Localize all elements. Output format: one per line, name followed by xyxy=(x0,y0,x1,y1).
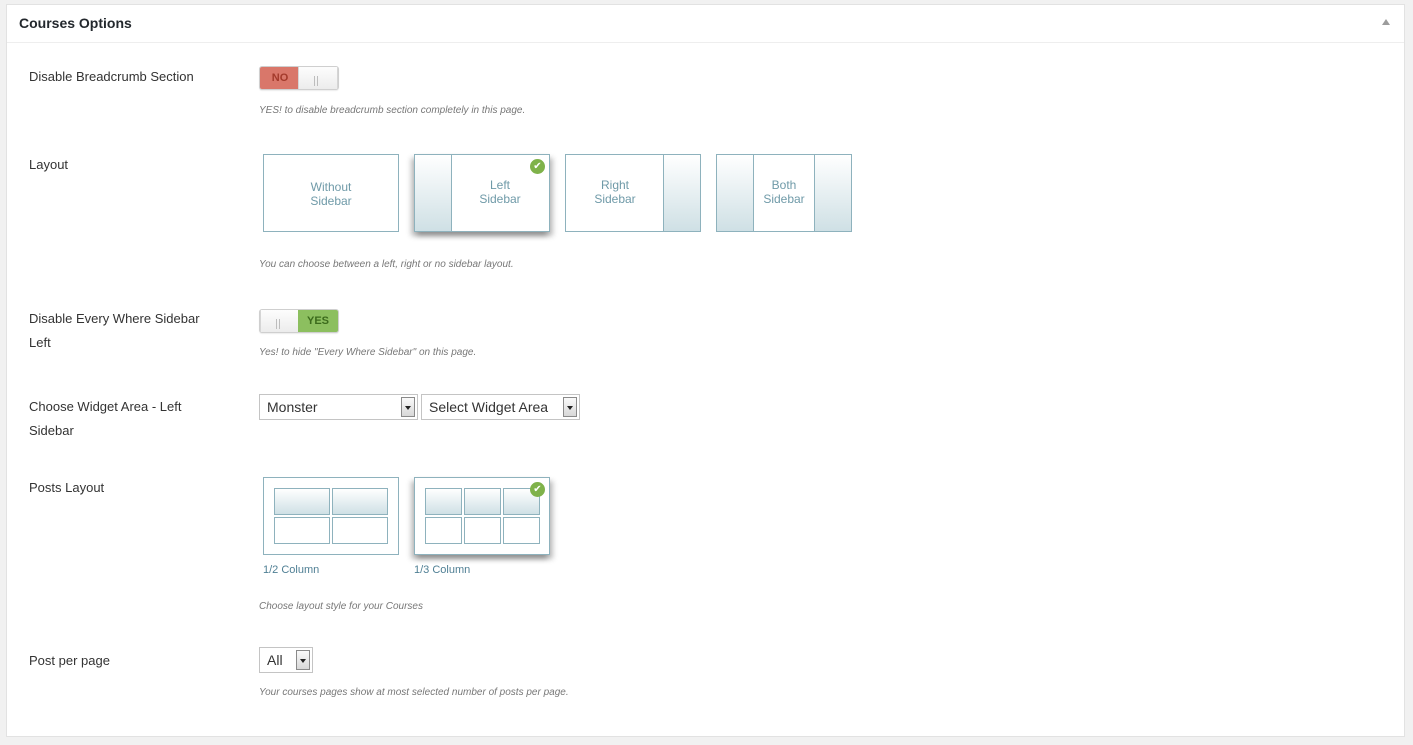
label-line2: Sidebar xyxy=(29,423,74,438)
breadcrumb-desc: YES! to disable breadcrumb section compl… xyxy=(259,105,526,116)
grid-cell xyxy=(274,488,330,515)
posts-layout-caption[interactable]: 1/2 Column xyxy=(263,564,319,576)
label-line1: Choose Widget Area - Left xyxy=(29,399,182,414)
layout-option-line2: Sidebar xyxy=(594,192,636,206)
layout-option-line1: Left xyxy=(489,178,510,192)
per-page-label: Post per page xyxy=(29,653,110,668)
label-line1: Disable Every Where Sidebar xyxy=(29,311,200,326)
checkmark-icon: ✔ xyxy=(530,482,545,497)
checkmark-icon: ✔ xyxy=(530,159,545,174)
widget-area-select[interactable]: Monster xyxy=(259,394,418,420)
layout-option-line1: Both xyxy=(771,178,797,192)
grid-cell xyxy=(425,517,462,544)
layout-option-line1: Right xyxy=(600,178,629,192)
grid-cell xyxy=(503,517,540,544)
layout-option-right-sidebar[interactable]: Right Sidebar xyxy=(565,154,701,232)
grip-icon xyxy=(314,73,322,86)
everywhere-sidebar-desc: Yes! to hide "Every Where Sidebar" on th… xyxy=(259,347,477,358)
posts-layout-desc: Choose layout style for your Courses xyxy=(259,601,423,612)
posts-layout-half-column[interactable] xyxy=(263,477,399,555)
posts-layout-caption[interactable]: 1/3 Column xyxy=(414,564,470,576)
layout-option-without-sidebar[interactable]: Without Sidebar xyxy=(263,154,399,232)
label-line2: Left xyxy=(29,335,51,350)
sidebar-block xyxy=(415,155,452,231)
sidebar-block xyxy=(663,155,700,231)
toggle-grip xyxy=(260,310,300,332)
per-page-select[interactable]: All xyxy=(259,647,313,673)
grid-cell xyxy=(464,488,501,515)
everywhere-sidebar-toggle[interactable]: YES xyxy=(259,309,339,333)
layout-option-left-sidebar[interactable]: Left Sidebar ✔ xyxy=(414,154,550,232)
layout-desc: You can choose between a left, right or … xyxy=(259,259,514,270)
grid-cell xyxy=(274,517,330,544)
layout-option-both-sidebar[interactable]: Both Sidebar xyxy=(716,154,852,232)
posts-layout-third-column[interactable]: ✔ xyxy=(414,477,550,555)
select-value: All xyxy=(267,652,283,668)
per-page-desc: Your courses pages show at most selected… xyxy=(259,687,569,698)
layout-option-line2: Sidebar xyxy=(479,192,521,206)
breadcrumb-toggle[interactable]: NO xyxy=(259,66,339,90)
dropdown-arrow-icon[interactable] xyxy=(296,650,310,670)
grid-cell xyxy=(425,488,462,515)
panel-header[interactable]: Courses Options xyxy=(7,5,1404,43)
grid-cell xyxy=(332,517,388,544)
everywhere-sidebar-label: Disable Every Where Sidebar Left xyxy=(29,307,219,355)
layout-option-line2: Sidebar xyxy=(310,194,352,208)
triangle-up-icon[interactable] xyxy=(1382,19,1390,25)
select-value: Select Widget Area xyxy=(429,399,549,415)
grip-icon xyxy=(276,316,284,329)
grid-cell xyxy=(332,488,388,515)
layout-option-line2: Sidebar xyxy=(763,192,805,206)
breadcrumb-label: Disable Breadcrumb Section xyxy=(29,69,194,84)
courses-options-panel: Courses Options Disable Breadcrumb Secti… xyxy=(6,4,1405,737)
layout-label: Layout xyxy=(29,157,69,172)
toggle-grip xyxy=(298,67,338,89)
posts-layout-label: Posts Layout xyxy=(29,480,105,495)
layout-option-line1: Without xyxy=(310,180,352,194)
grid-cell xyxy=(464,517,501,544)
select-value: Monster xyxy=(267,399,318,415)
widget-area-secondary-select[interactable]: Select Widget Area xyxy=(421,394,580,420)
toggle-yes-state: YES xyxy=(298,310,338,332)
dropdown-arrow-icon[interactable] xyxy=(401,397,415,417)
panel-title: Courses Options xyxy=(19,15,132,31)
widget-area-label: Choose Widget Area - Left Sidebar xyxy=(29,395,219,443)
toggle-no-state: NO xyxy=(260,67,300,89)
dropdown-arrow-icon[interactable] xyxy=(563,397,577,417)
